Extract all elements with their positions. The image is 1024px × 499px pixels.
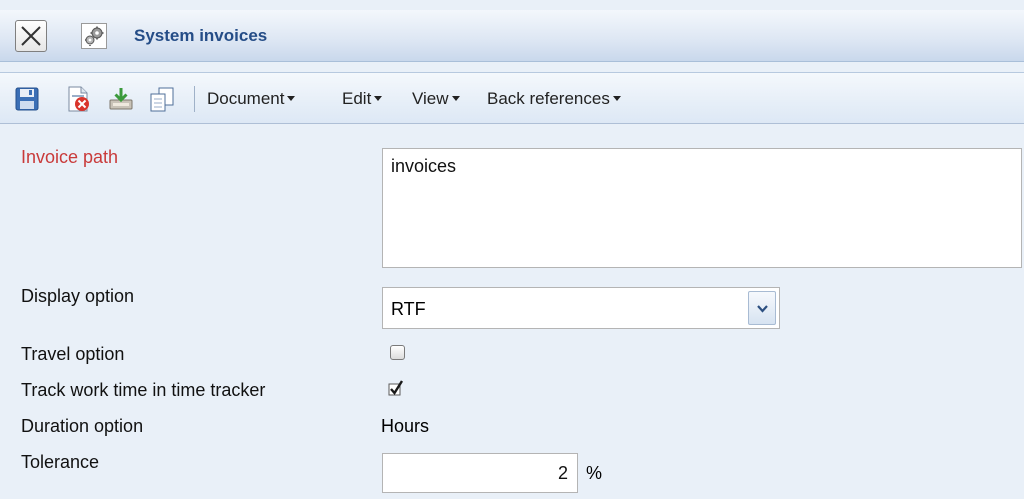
menu-view[interactable]: View (412, 89, 460, 109)
menu-document-label: Document (207, 89, 285, 108)
tolerance-label: Tolerance (21, 452, 100, 472)
caret-down-icon (612, 96, 621, 102)
save-icon[interactable] (13, 85, 41, 113)
display-option-select[interactable]: RTF (382, 287, 780, 329)
display-option-value: RTF (391, 299, 426, 319)
travel-option-label: Travel option (21, 344, 125, 364)
track-work-time-label: Track work time in time tracker (21, 380, 266, 400)
menu-view-label: View (412, 89, 449, 108)
display-option-label: Display option (21, 286, 135, 306)
travel-option-checkbox[interactable] (390, 345, 405, 360)
invoice-path-label: Invoice path (21, 147, 119, 167)
caret-down-icon (287, 96, 296, 102)
gears-icon (81, 23, 107, 49)
toolbar-separator (194, 86, 195, 112)
tolerance-unit: % (586, 463, 603, 483)
chevron-down-icon[interactable] (748, 291, 776, 325)
menu-document[interactable]: Document (207, 89, 296, 109)
window-title: System invoices (134, 26, 268, 45)
menu-edit-label: Edit (342, 89, 372, 108)
menu-edit[interactable]: Edit (342, 89, 383, 109)
window-titlebar: System invoices (0, 10, 1024, 62)
menu-back-references-label: Back references (487, 89, 610, 108)
track-work-time-checkbox[interactable] (387, 378, 405, 396)
copy-icon[interactable] (148, 85, 176, 113)
toolbar: Document Edit View Back references (0, 72, 1024, 124)
delete-icon[interactable] (64, 85, 92, 113)
menu-back-references[interactable]: Back references (487, 89, 621, 109)
invoice-path-input[interactable]: invoices (382, 148, 1022, 268)
caret-down-icon (451, 96, 460, 102)
tolerance-input[interactable] (382, 453, 578, 493)
duration-option-label: Duration option (21, 416, 144, 436)
import-icon[interactable] (107, 85, 135, 113)
caret-down-icon (374, 96, 383, 102)
close-icon[interactable] (15, 20, 47, 52)
duration-option-value: Hours (381, 416, 430, 436)
